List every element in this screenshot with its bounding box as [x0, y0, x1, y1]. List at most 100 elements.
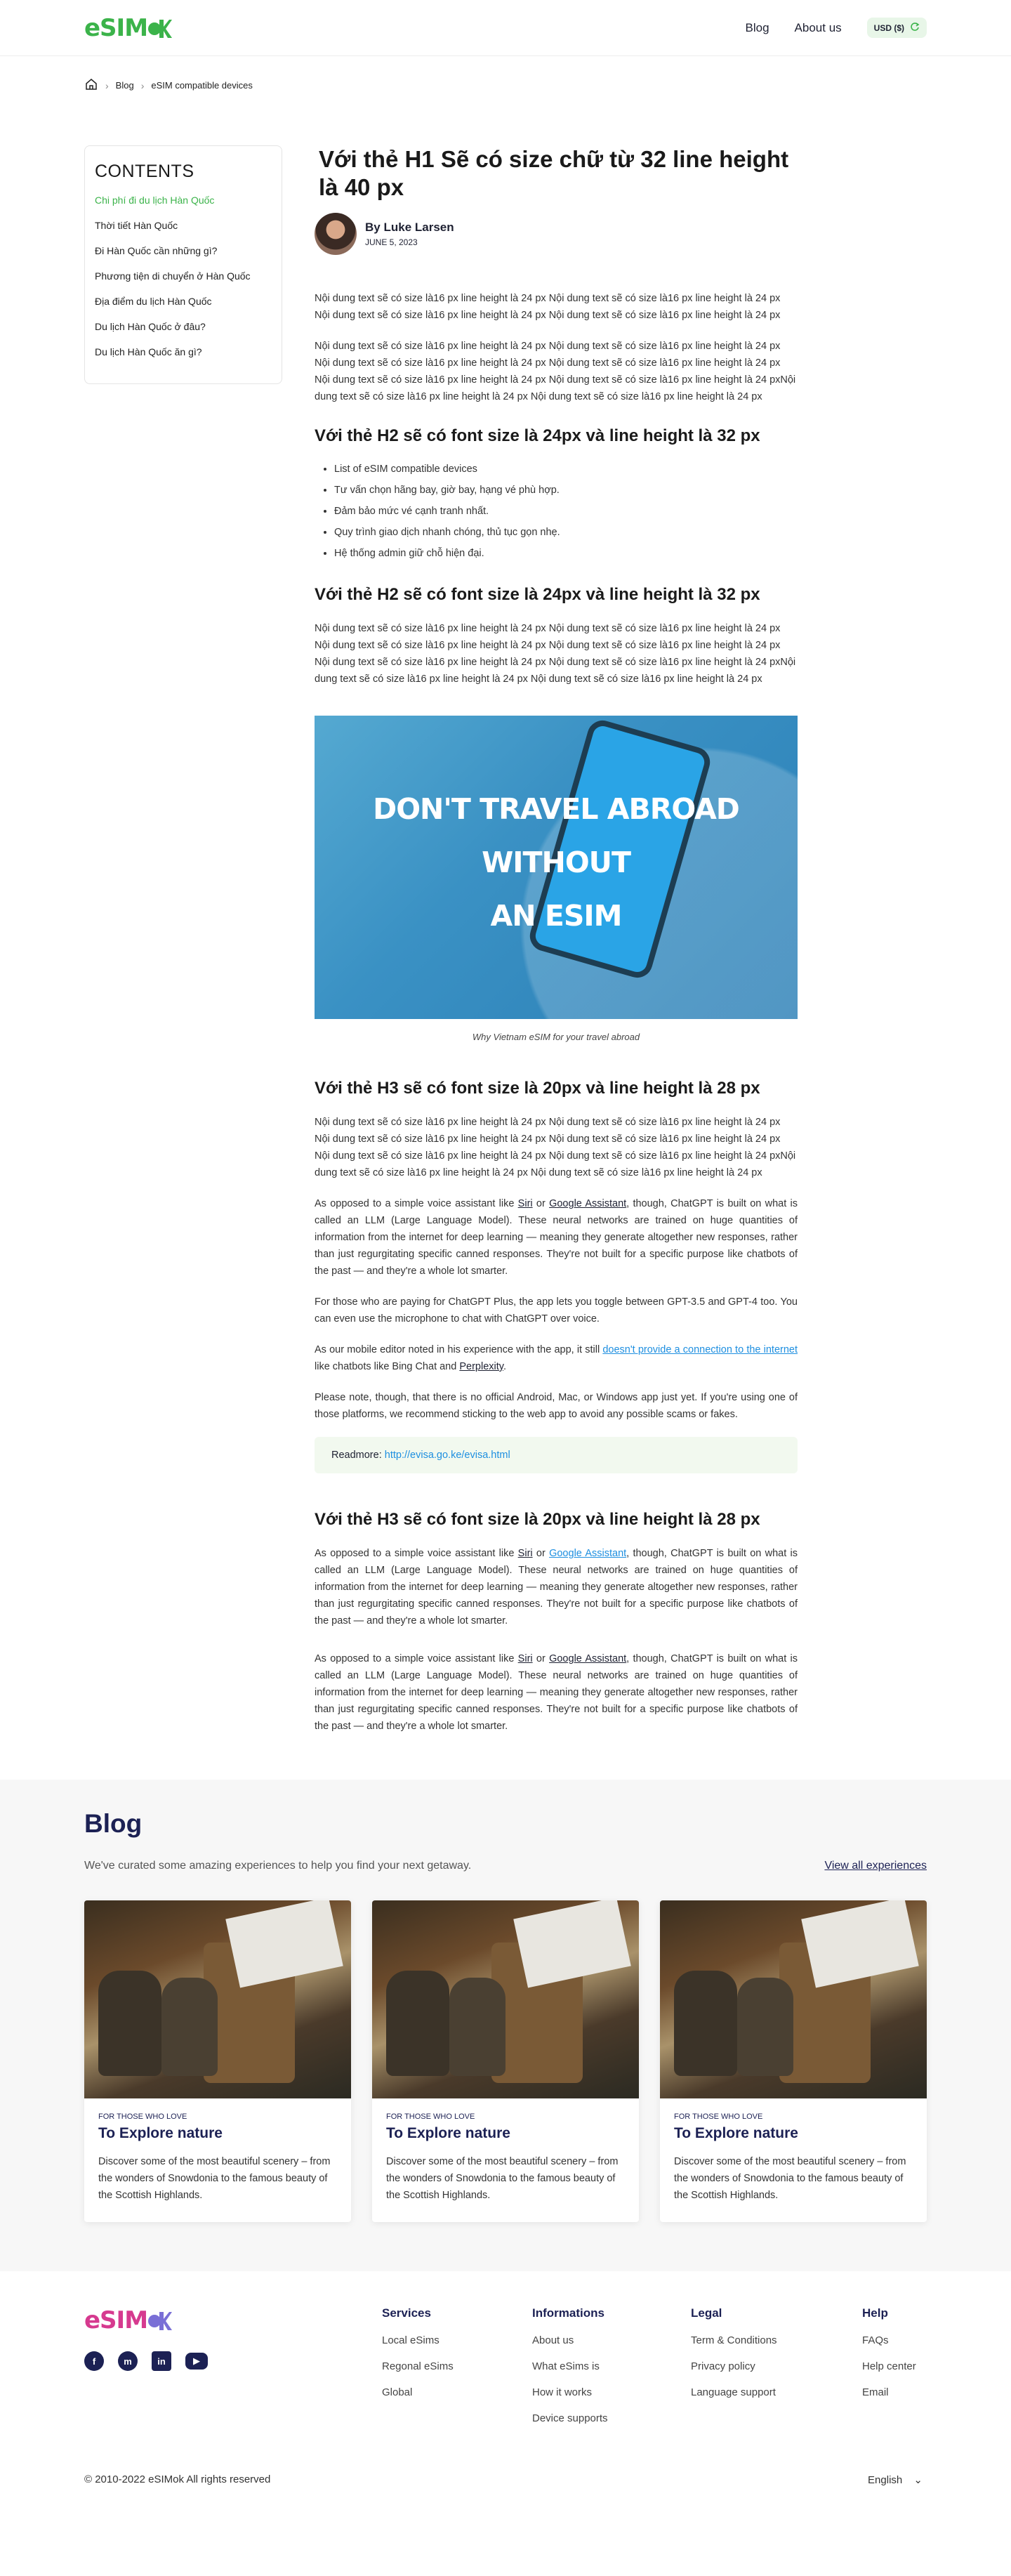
footer-column-title: Informations — [532, 2306, 604, 2320]
chevron-right-icon: › — [105, 79, 109, 91]
site-header: eSIM Blog About us USD ($) — [0, 0, 1011, 56]
blog-title: Blog — [84, 1809, 143, 1838]
paragraph: As opposed to a simple voice assistant l… — [315, 1650, 798, 1735]
logo[interactable]: eSIM — [84, 14, 173, 42]
breadcrumb: › Blog › eSIM compatible devices — [0, 56, 1011, 114]
paragraph: As opposed to a simple voice assistant l… — [315, 1195, 798, 1280]
card-title: To Explore nature — [386, 2125, 510, 2141]
text: or — [536, 1653, 546, 1664]
toc-item[interactable]: Chi phí đi du lịch Hàn Quốc — [95, 195, 272, 206]
readmore-link[interactable]: http://evisa.go.ke/evisa.html — [385, 1450, 510, 1461]
text: or — [536, 1548, 546, 1559]
image-caption: Why Vietnam eSIM for your travel abroad — [472, 1032, 640, 1042]
social-links: f m in ▶ — [84, 2351, 382, 2371]
author-name-line: By Luke Larsen — [365, 221, 454, 235]
blog-card[interactable]: FOR THOSE WHO LOVE To Explore nature Dis… — [660, 1900, 927, 2222]
footer-link[interactable]: What eSims is — [532, 2360, 691, 2372]
footer-logo[interactable]: eSIM — [84, 2306, 382, 2334]
card-description: Discover some of the most beautiful scen… — [674, 2156, 906, 2201]
card-title: To Explore nature — [98, 2125, 223, 2141]
toc-item[interactable]: Phương tiện di chuyển ở Hàn Quốc — [95, 270, 272, 282]
view-all-link[interactable]: View all experiences — [824, 1860, 927, 1872]
footer-column-legal: Legal Term & Conditions Privacy policy L… — [691, 2306, 862, 2438]
footer-link[interactable]: Term & Conditions — [691, 2334, 862, 2346]
blog-card[interactable]: FOR THOSE WHO LOVE To Explore nature Dis… — [84, 1900, 351, 2222]
footer-column-title: Legal — [691, 2306, 722, 2320]
currency-switcher[interactable]: USD ($) — [866, 18, 927, 38]
text: like chatbots like Bing Chat and — [315, 1361, 457, 1372]
footer-column-title: Help — [862, 2306, 888, 2320]
toc-item[interactable]: Thời tiết Hàn Quốc — [95, 220, 272, 231]
footer-link[interactable]: Help center — [862, 2360, 916, 2372]
footer-column-services: Services Local eSims Regonal eSims Globa… — [382, 2306, 532, 2438]
paragraph: Nội dung text sẽ có size là16 px line he… — [315, 1117, 796, 1178]
text: , though, ChatGPT is built on what is ca… — [315, 1653, 798, 1732]
google-assistant-link[interactable]: Google Assistant — [549, 1548, 626, 1559]
readmore-label: Readmore: — [331, 1450, 382, 1461]
text: or — [536, 1198, 546, 1209]
card-kicker: FOR THOSE WHO LOVE — [386, 2112, 475, 2121]
footer-link[interactable]: Device supports — [532, 2412, 691, 2424]
heading-h2: Với thẻ H2 sẽ có font size là 24px và li… — [315, 426, 760, 445]
card-image — [660, 1900, 927, 2098]
language-selector[interactable]: English ⌄ — [868, 2473, 923, 2486]
messenger-icon[interactable]: m — [118, 2351, 138, 2371]
facebook-icon[interactable]: f — [84, 2351, 104, 2371]
youtube-icon[interactable]: ▶ — [185, 2353, 208, 2370]
list-item: Hệ thống admin giữ chỗ hiện đại. — [334, 543, 798, 564]
siri-link[interactable]: Siri — [518, 1548, 533, 1559]
paragraph: Nội dung text sẽ có size là16 px line he… — [315, 623, 796, 685]
footer-link[interactable]: How it works — [532, 2386, 691, 2398]
nav-blog[interactable]: Blog — [746, 21, 769, 35]
card-description: Discover some of the most beautiful scen… — [98, 2156, 331, 2201]
heading-h3: Với thẻ H3 sẽ có font size là 20px và li… — [315, 1510, 760, 1529]
list-item: Tư vấn chọn hãng bay, giờ bay, hạng vé p… — [334, 480, 798, 501]
paragraph: Nội dung text sẽ có size là16 px line he… — [315, 293, 781, 321]
google-assistant-link[interactable]: Google Assistant — [549, 1198, 626, 1209]
home-icon[interactable] — [84, 77, 98, 93]
google-assistant-link[interactable]: Google Assistant — [549, 1653, 626, 1664]
footer-link[interactable]: Email — [862, 2386, 916, 2398]
internet-connection-link[interactable]: doesn't provide a connection to the inte… — [602, 1344, 798, 1355]
publish-date: JUNE 5, 2023 — [365, 237, 418, 247]
card-kicker: FOR THOSE WHO LOVE — [98, 2112, 187, 2121]
footer-link[interactable]: Privacy policy — [691, 2360, 862, 2372]
footer-link[interactable]: Global — [382, 2386, 532, 2398]
toc-item[interactable]: Du lịch Hàn Quốc ăn gì? — [95, 346, 272, 357]
table-of-contents: CONTENTS Chi phí đi du lịch Hàn Quốc Thờ… — [84, 145, 282, 384]
paragraph: As our mobile editor noted in his experi… — [315, 1341, 798, 1375]
card-kicker: FOR THOSE WHO LOVE — [674, 2112, 763, 2121]
toc-item[interactable]: Du lịch Hàn Quốc ở đâu? — [95, 321, 272, 332]
author-block: By Luke Larsen JUNE 5, 2023 — [315, 213, 798, 255]
nav-about-us[interactable]: About us — [795, 21, 842, 35]
footer-link[interactable]: FAQs — [862, 2334, 916, 2346]
card-image — [372, 1900, 639, 2098]
site-footer: eSIM f m in ▶ Services Local eSims Regon… — [0, 2271, 1011, 2504]
blog-card[interactable]: FOR THOSE WHO LOVE To Explore nature Dis… — [372, 1900, 639, 2222]
boot-shape — [386, 1971, 449, 2076]
footer-link[interactable]: Regonal eSims — [382, 2360, 532, 2372]
linkedin-icon[interactable]: in — [152, 2351, 171, 2371]
siri-link[interactable]: Siri — [518, 1653, 533, 1664]
siri-link[interactable]: Siri — [518, 1198, 533, 1209]
toc-title: CONTENTS — [95, 162, 194, 181]
toc-item[interactable]: Địa điểm du lịch Hàn Quốc — [95, 296, 272, 307]
breadcrumb-blog[interactable]: Blog — [116, 80, 134, 91]
toc-item[interactable]: Đi Hàn Quốc cần những gì? — [95, 245, 272, 256]
perplexity-link[interactable]: Perplexity — [459, 1361, 503, 1372]
text: , though, ChatGPT is built on what is ca… — [315, 1198, 798, 1277]
language-label: English — [868, 2474, 903, 2486]
footer-link[interactable]: Local eSims — [382, 2334, 532, 2346]
boot-shape — [737, 1978, 793, 2076]
map-shape — [225, 1900, 343, 1988]
boot-shape — [674, 1971, 737, 2076]
main-nav: Blog About us USD ($) — [746, 18, 927, 38]
text: As our mobile editor noted in his experi… — [315, 1344, 600, 1355]
blog-subtitle: We've curated some amazing experiences t… — [84, 1860, 472, 1872]
article: Với thẻ H1 Sẽ có size chữ từ 32 line hei… — [315, 145, 798, 1735]
footer-link[interactable]: Language support — [691, 2386, 862, 2398]
text: As opposed to a simple voice assistant l… — [315, 1548, 515, 1559]
author-prefix: By — [365, 221, 381, 234]
boot-shape — [161, 1978, 218, 2076]
footer-link[interactable]: About us — [532, 2334, 691, 2346]
